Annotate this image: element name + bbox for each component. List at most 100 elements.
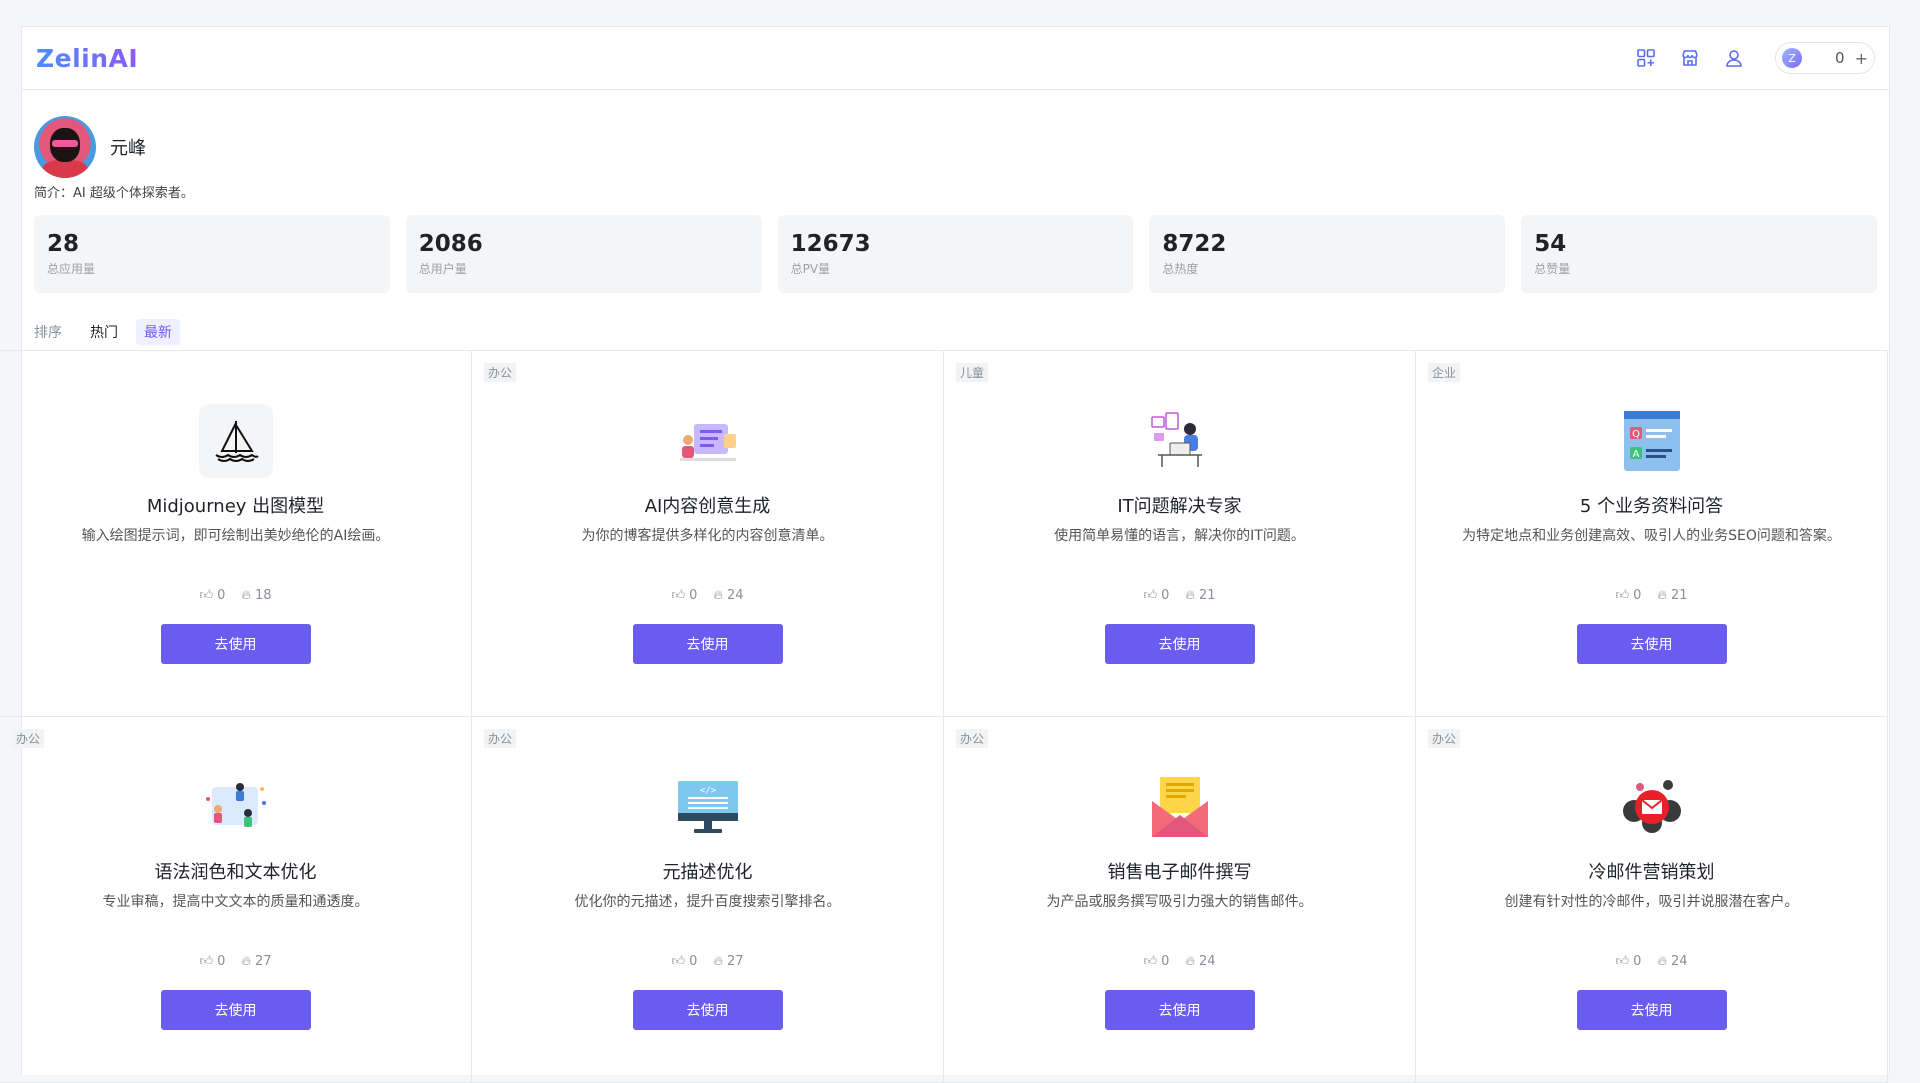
card-metrics: 👍︎ 0 🔥︎ 18 xyxy=(0,588,471,603)
thumb-up-icon: 👍︎ xyxy=(199,588,214,603)
svg-text:A: A xyxy=(1632,449,1639,460)
thumb-up-icon: 👍︎ xyxy=(1615,588,1630,603)
app-card[interactable]: 办公 AI内容创意生成 为你的博客提供多样化的内容创意清单。 👍︎ 0 🔥︎ 24 … xyxy=(472,351,944,717)
flame-icon: 🔥︎ xyxy=(1185,588,1195,603)
stat-value: 12673 xyxy=(790,231,871,257)
svg-text:</>: </> xyxy=(699,786,716,796)
app-card[interactable]: 企业 QA 5 个业务资料问答 为特定地点和业务创建高效、吸引人的业务SEO问题… xyxy=(1416,351,1888,717)
use-button[interactable]: 去使用 xyxy=(1576,990,1727,1030)
credit-balance[interactable]: Z 0 + xyxy=(1775,42,1875,74)
heat: 🔥︎ 21 xyxy=(1185,588,1215,603)
likes: 👍︎ 0 xyxy=(1144,588,1170,603)
likes-count: 0 xyxy=(217,954,226,969)
app-card[interactable]: 办公 冷邮件营销策划 创建有针对性的冷邮件，吸引并说服潜在客户。 👍︎ 0 🔥︎ 2… xyxy=(1416,717,1888,1083)
heat-count: 27 xyxy=(254,954,272,969)
likes: 👍︎ 0 xyxy=(1616,954,1642,969)
use-button[interactable]: 去使用 xyxy=(632,990,783,1030)
content-creation-icon xyxy=(671,404,745,478)
card-title: 冷邮件营销策划 xyxy=(1588,862,1715,883)
card-desc: 输入绘图提示词，即可绘制出美妙绝伦的AI绘画。 xyxy=(81,528,390,544)
stat-card: 12673 总PV量 xyxy=(777,215,1134,293)
stat-card: 2086 总用户量 xyxy=(405,215,762,293)
qa-document-icon: QA xyxy=(1615,404,1689,478)
add-credit-button[interactable]: + xyxy=(1855,49,1868,68)
card-metrics: 👍︎ 0 🔥︎ 24 xyxy=(472,588,943,603)
bio: 简介：AI 超级个体探索者。 xyxy=(34,186,194,201)
card-desc: 为特定地点和业务创建高效、吸引人的业务SEO问题和答案。 xyxy=(1462,528,1841,544)
category-tag: 办公 xyxy=(484,729,517,748)
stat-label: 总赞量 xyxy=(1534,262,1571,276)
likes-count: 0 xyxy=(689,588,698,603)
heat-count: 21 xyxy=(1198,588,1216,603)
category-tag: 办公 xyxy=(1428,729,1461,748)
apps-grid-icon[interactable] xyxy=(1635,47,1657,69)
flame-icon: 🔥︎ xyxy=(241,588,251,603)
envelope-letter-icon xyxy=(1143,770,1217,844)
heat-count: 24 xyxy=(1198,954,1216,969)
card-title: 元描述优化 xyxy=(662,862,753,883)
card-metrics: 👍︎ 0 🔥︎ 21 xyxy=(944,588,1415,603)
flame-icon: 🔥︎ xyxy=(1657,954,1667,969)
likes: 👍︎ 0 xyxy=(200,588,226,603)
stat-label: 总热度 xyxy=(1162,262,1199,276)
use-button[interactable]: 去使用 xyxy=(1576,624,1727,664)
username: 元峰 xyxy=(110,138,146,159)
stat-value: 28 xyxy=(47,231,80,257)
card-metrics: 👍︎ 0 🔥︎ 21 xyxy=(1416,588,1887,603)
use-button[interactable]: 去使用 xyxy=(1104,990,1255,1030)
card-desc: 为产品或服务撰写吸引力强大的销售邮件。 xyxy=(1046,894,1313,910)
stat-card: 8722 总热度 xyxy=(1149,215,1506,293)
card-title: Midjourney 出图模型 xyxy=(146,496,325,517)
sort-hot[interactable]: 热门 xyxy=(82,319,126,345)
heat: 🔥︎ 27 xyxy=(241,954,271,969)
monitor-code-icon: </> xyxy=(671,770,745,844)
flame-icon: 🔥︎ xyxy=(1185,954,1195,969)
sort-bar: 排序 热门 最新 xyxy=(22,319,1889,345)
stat-value: 2086 xyxy=(418,231,483,257)
use-button[interactable]: 去使用 xyxy=(160,990,311,1030)
heat: 🔥︎ 24 xyxy=(1657,954,1687,969)
stat-value: 54 xyxy=(1534,231,1567,257)
use-button[interactable]: 去使用 xyxy=(1104,624,1255,664)
user-icon[interactable] xyxy=(1723,47,1745,69)
card-title: IT问题解决专家 xyxy=(1117,496,1242,517)
card-desc: 使用简单易懂的语言，解决你的IT问题。 xyxy=(1054,528,1305,544)
flame-icon: 🔥︎ xyxy=(713,588,723,603)
likes: 👍︎ 0 xyxy=(200,954,226,969)
app-card[interactable]: 办公 </> 元描述优化 优化你的元描述，提升百度搜索引擎排名。 👍︎ 0 🔥︎ 2… xyxy=(472,717,944,1083)
app-card[interactable]: 儿童 IT问题解决专家 使用简单易懂的语言，解决你的IT问题。 👍︎ 0 🔥︎ 21… xyxy=(944,351,1416,717)
flame-icon: 🔥︎ xyxy=(241,954,251,969)
card-desc: 为你的博客提供多样化的内容创意清单。 xyxy=(581,528,834,544)
header: ZelinAI Z 0 + xyxy=(22,27,1889,90)
header-actions: Z 0 + xyxy=(1613,42,1875,74)
store-icon[interactable] xyxy=(1679,47,1701,69)
profile-section: 元峰 简介：AI 超级个体探索者。 xyxy=(22,90,1889,215)
heat: 🔥︎ 18 xyxy=(241,588,271,603)
card-metrics: 👍︎ 0 🔥︎ 27 xyxy=(0,954,471,969)
heat: 🔥︎ 21 xyxy=(1657,588,1687,603)
likes-count: 0 xyxy=(1633,588,1642,603)
svg-text:Q: Q xyxy=(1632,429,1640,440)
card-desc: 创建有针对性的冷邮件，吸引并说服潜在客户。 xyxy=(1504,894,1799,910)
flame-icon: 🔥︎ xyxy=(1657,588,1667,603)
category-tag: 办公 xyxy=(12,729,45,748)
app-card[interactable]: 办公 语法润色和文本优化 专业审稿，提高中文文本的质量和通透度。 👍︎ 0 🔥︎ 2… xyxy=(0,717,472,1083)
card-title: 语法润色和文本优化 xyxy=(154,862,317,883)
app-card[interactable]: Midjourney 出图模型 输入绘图提示词，即可绘制出美妙绝伦的AI绘画。 … xyxy=(0,351,472,717)
app-card[interactable]: 办公 销售电子邮件撰写 为产品或服务撰写吸引力强大的销售邮件。 👍︎ 0 🔥︎ 24… xyxy=(944,717,1416,1083)
heat-count: 24 xyxy=(1670,954,1688,969)
stat-label: 总用户量 xyxy=(418,262,467,276)
likes: 👍︎ 0 xyxy=(1144,954,1170,969)
logo[interactable]: ZelinAI xyxy=(36,44,138,73)
likes-count: 0 xyxy=(1161,954,1170,969)
likes: 👍︎ 0 xyxy=(672,588,698,603)
heat-count: 27 xyxy=(726,954,744,969)
card-metrics: 👍︎ 0 🔥︎ 24 xyxy=(944,954,1415,969)
use-button[interactable]: 去使用 xyxy=(160,624,311,664)
use-button[interactable]: 去使用 xyxy=(632,624,783,664)
text-polish-icon xyxy=(199,770,273,844)
heat: 🔥︎ 24 xyxy=(1185,954,1215,969)
thumb-up-icon: 👍︎ xyxy=(671,588,686,603)
stat-card: 54 总赞量 xyxy=(1521,215,1877,293)
sort-latest[interactable]: 最新 xyxy=(136,319,180,345)
